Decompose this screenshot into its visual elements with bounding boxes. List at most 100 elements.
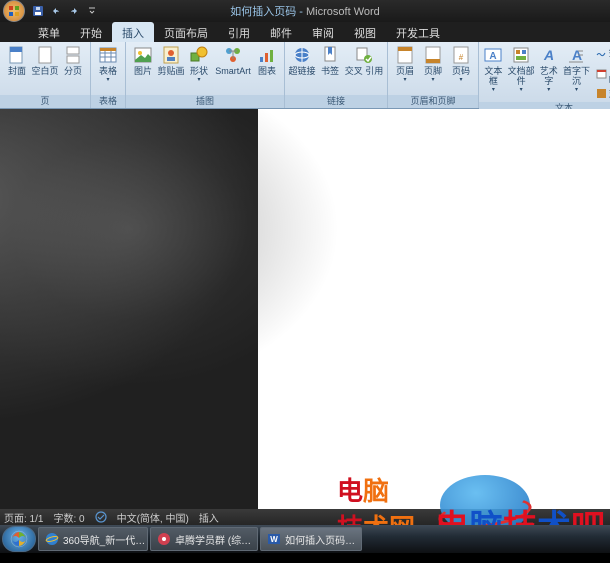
clipart-label: 剪贴画 <box>157 66 184 76</box>
drop-cap-label: 首字下沉 <box>560 66 593 86</box>
tab-视图[interactable]: 视图 <box>344 22 386 42</box>
header-icon <box>395 45 415 65</box>
group-label: 表格 <box>91 95 125 108</box>
chart-button[interactable]: 图表 <box>253 44 281 76</box>
undo-icon[interactable] <box>49 4 63 18</box>
bookmark-label: 书签 <box>321 66 339 76</box>
title-bar: 如何插入页码 - Microsoft Word <box>0 0 610 22</box>
cross-ref-label: 交叉 引用 <box>345 66 384 76</box>
parts-icon <box>511 45 531 65</box>
tab-菜单[interactable]: 菜单 <box>28 22 70 42</box>
taskbar: 360导航_新一代… 卓腾学员群 (综… W如何插入页码… <box>0 525 610 553</box>
group-插图: 图片剪贴画形状▾SmartArt图表插图 <box>126 42 285 108</box>
picture-icon <box>133 45 153 65</box>
status-words[interactable]: 字数: 0 <box>53 510 84 525</box>
footer-label: 页脚 <box>424 66 442 76</box>
chevron-down-icon: ▾ <box>459 76 462 83</box>
bookmark-button[interactable]: 书签 <box>316 44 344 76</box>
group-label: 链接 <box>285 95 387 108</box>
group-链接: 超链接书签交叉 引用链接 <box>285 42 388 108</box>
quick-parts-button[interactable]: 文档部件▾ <box>505 44 538 93</box>
save-icon[interactable] <box>31 4 45 18</box>
taskbar-item-word[interactable]: W如何插入页码… <box>260 527 362 551</box>
workspace <box>0 109 610 511</box>
hyperlink-button[interactable]: 超链接 <box>288 44 316 76</box>
redo-icon[interactable] <box>67 4 81 18</box>
word-icon: W <box>267 532 281 546</box>
taskbar-item-app2[interactable]: 卓腾学员群 (综… <box>150 527 258 551</box>
qat-dropdown-icon[interactable] <box>85 4 99 18</box>
start-button[interactable] <box>2 526 36 552</box>
shapes-label: 形状 <box>190 66 208 76</box>
cross-ref-button[interactable]: 交叉 引用 <box>344 44 384 76</box>
shapes-icon <box>189 45 209 65</box>
cover-page-button[interactable]: 封面 <box>3 44 31 76</box>
svg-text:#: # <box>459 53 464 62</box>
document-name: 如何插入页码 <box>230 6 296 18</box>
date-icon <box>596 68 607 79</box>
taskbar-label: 卓腾学员群 (综… <box>175 532 251 547</box>
table-button[interactable]: 表格▾ <box>94 44 122 83</box>
status-page[interactable]: 页面: 1/1 <box>4 510 43 525</box>
tab-页面布局[interactable]: 页面布局 <box>154 22 218 42</box>
svg-text:W: W <box>270 535 278 544</box>
app2-icon <box>157 532 171 546</box>
taskbar-label: 360导航_新一代… <box>63 532 145 547</box>
word-art-button[interactable]: A艺术字▾ <box>537 44 560 93</box>
svg-text:A: A <box>543 47 554 63</box>
group-label: 页眉和页脚 <box>388 95 478 108</box>
app-name: Microsoft Word <box>306 6 380 18</box>
status-mode[interactable]: 插入 <box>199 510 219 525</box>
chart-icon <box>257 45 277 65</box>
page-blue-icon <box>7 45 27 65</box>
status-proof-icon[interactable] <box>95 511 107 523</box>
blank-page-button[interactable]: 空白页 <box>31 44 59 76</box>
tab-插入[interactable]: 插入 <box>112 22 154 42</box>
footer-button[interactable]: 页脚▾ <box>419 44 447 83</box>
drop-cap-button[interactable]: A首字下沉▾ <box>560 44 593 93</box>
table-icon <box>98 45 118 65</box>
tab-开发工具[interactable]: 开发工具 <box>386 22 450 42</box>
group-文本: A文本框▾文档部件▾A艺术字▾A首字下沉▾签名行日期和时间对象文本 <box>479 42 610 108</box>
shapes-button[interactable]: 形状▾ <box>185 44 213 83</box>
clipart-button[interactable]: 剪贴画 <box>157 44 185 76</box>
page-number-button[interactable]: #页码▾ <box>447 44 475 83</box>
textbox-icon: A <box>483 45 503 65</box>
header-button[interactable]: 页眉▾ <box>391 44 419 83</box>
tab-邮件[interactable]: 邮件 <box>260 22 302 42</box>
tab-开始[interactable]: 开始 <box>70 22 112 42</box>
taskbar-item-ie[interactable]: 360导航_新一代… <box>38 527 148 551</box>
ie-icon <box>45 532 59 546</box>
text-box-button[interactable]: A文本框▾ <box>482 44 505 93</box>
header-label: 页眉 <box>396 66 414 76</box>
crossref-icon <box>354 45 374 65</box>
tab-引用[interactable]: 引用 <box>218 22 260 42</box>
bookmark-icon <box>320 45 340 65</box>
tab-审阅[interactable]: 审阅 <box>302 22 344 42</box>
window-title: 如何插入页码 - Microsoft Word <box>230 3 380 19</box>
wordart-icon: A <box>539 45 559 65</box>
dropcap-icon: A <box>566 45 586 65</box>
word-art-label: 艺术字 <box>537 66 560 86</box>
group-label: 页 <box>0 95 90 108</box>
picture-button[interactable]: 图片 <box>129 44 157 76</box>
pagenum-icon: # <box>451 45 471 65</box>
chevron-down-icon: ▾ <box>492 86 495 93</box>
date-time-button[interactable]: 日期和时间 <box>596 60 610 86</box>
chevron-down-icon: ▾ <box>431 76 434 83</box>
group-页: 封面空白页分页页 <box>0 42 91 108</box>
link-icon <box>292 45 312 65</box>
chevron-down-icon: ▾ <box>403 76 406 83</box>
chevron-down-icon: ▾ <box>106 76 109 83</box>
object-button[interactable]: 对象 <box>596 87 610 100</box>
ribbon: 封面空白页分页页表格▾表格图片剪贴画形状▾SmartArt图表插图超链接书签交叉… <box>0 42 610 109</box>
page-break-button[interactable]: 分页 <box>59 44 87 76</box>
quick-parts-label: 文档部件 <box>505 66 538 86</box>
status-language[interactable]: 中文(简体, 中国) <box>117 510 189 525</box>
chevron-down-icon: ▾ <box>197 76 200 83</box>
ribbon-tabs: 菜单开始插入页面布局引用邮件审阅视图开发工具 <box>0 22 610 42</box>
obj-icon <box>596 88 607 99</box>
smartart-button[interactable]: SmartArt <box>213 44 253 76</box>
office-button[interactable] <box>3 0 25 22</box>
signature-button[interactable]: 签名行 <box>596 46 610 59</box>
